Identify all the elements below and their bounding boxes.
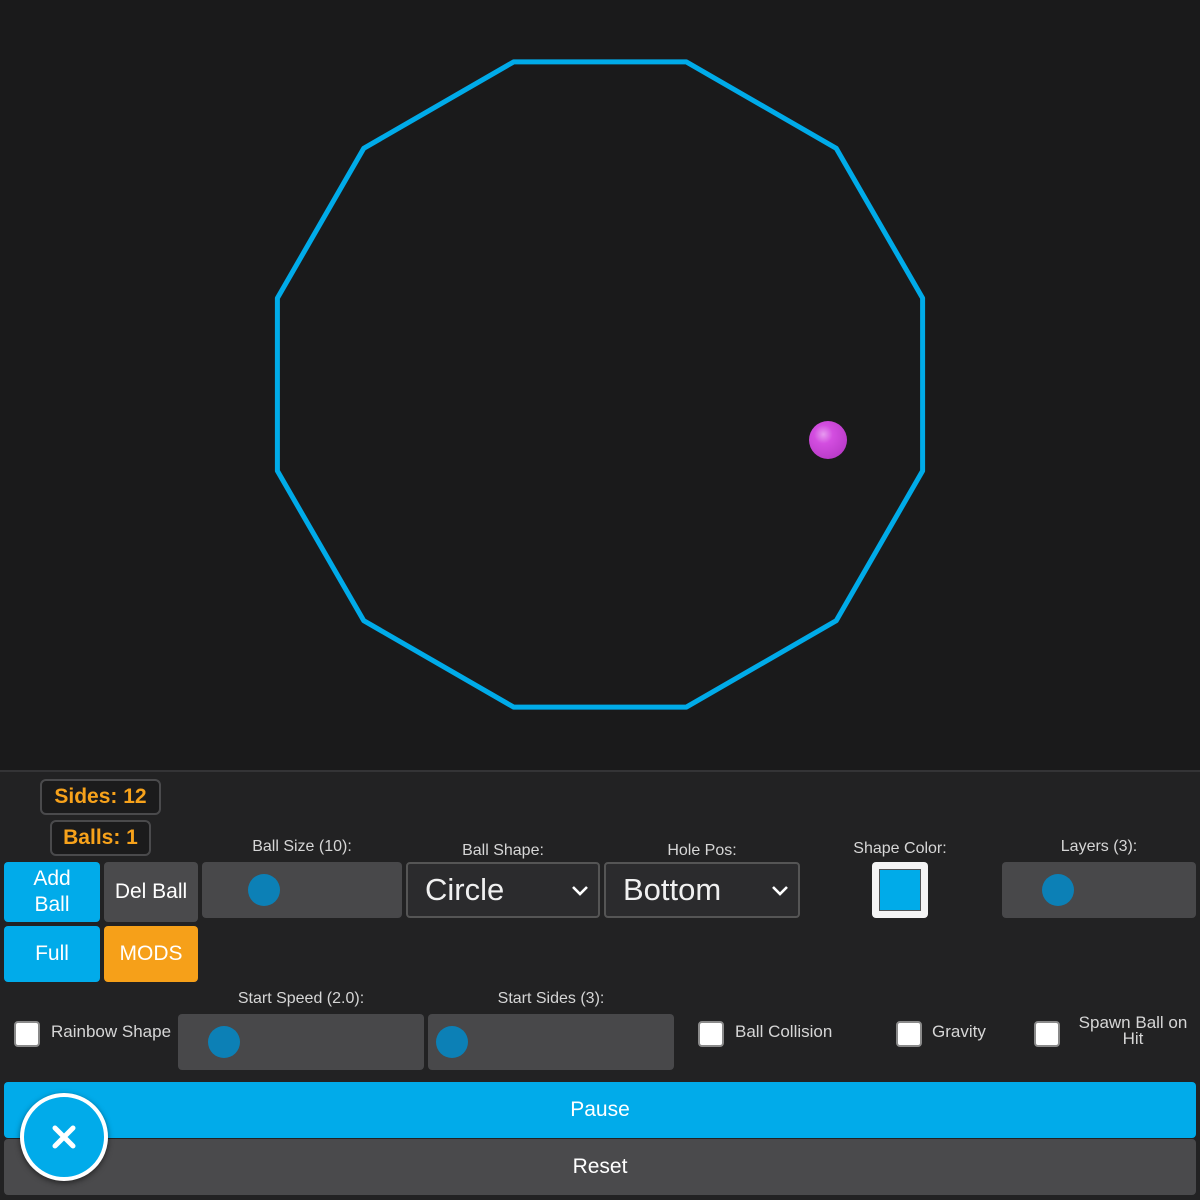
- chevron-down-icon: [772, 886, 788, 896]
- start-sides-label: Start Sides (3):: [497, 990, 605, 1007]
- start-speed-slider[interactable]: [178, 1014, 424, 1070]
- reset-button[interactable]: Reset: [4, 1139, 1196, 1195]
- ball-size-slider-thumb[interactable]: [248, 874, 280, 906]
- pause-button[interactable]: Pause: [4, 1082, 1196, 1138]
- hole-pos-value: Bottom: [623, 872, 722, 907]
- ball-shape-label: Ball Shape:: [462, 842, 544, 859]
- hole-pos-label: Hole Pos:: [667, 842, 737, 859]
- start-sides-slider-thumb[interactable]: [436, 1026, 468, 1058]
- ball-size-label: Ball Size (10):: [252, 838, 352, 855]
- start-speed-slider-thumb[interactable]: [208, 1026, 240, 1058]
- rainbow-shape-checkbox[interactable]: [14, 1021, 40, 1047]
- layers-slider-thumb[interactable]: [1042, 874, 1074, 906]
- layers-label: Layers (3):: [1060, 838, 1138, 855]
- rainbow-shape-label: Rainbow Shape: [51, 1022, 172, 1041]
- ball-collision-checkbox[interactable]: [698, 1021, 724, 1047]
- ball-shape-value: Circle: [425, 872, 505, 907]
- full-button[interactable]: Full: [4, 926, 100, 982]
- layers-slider[interactable]: [1002, 862, 1196, 918]
- mods-button[interactable]: MODS: [104, 926, 198, 982]
- balls-counter: Balls: 1: [50, 820, 151, 856]
- gravity-label: Gravity: [932, 1022, 986, 1041]
- polygon-shape: [274, 59, 926, 710]
- del-ball-button[interactable]: Del Ball: [104, 862, 198, 922]
- gravity-checkbox[interactable]: [896, 1021, 922, 1047]
- add-ball-button[interactable]: Add Ball: [4, 862, 100, 922]
- shape-color-label: Shape Color:: [853, 840, 947, 857]
- sides-counter: Sides: 12: [40, 779, 161, 815]
- close-icon: [52, 1125, 76, 1149]
- hole-pos-select[interactable]: Bottom: [604, 862, 800, 918]
- ball-collision-label: Ball Collision: [735, 1022, 833, 1041]
- spawn-ball-on-hit-label: Spawn Ball on Hit: [1078, 1013, 1188, 1048]
- chevron-down-icon: [572, 886, 588, 896]
- start-sides-slider[interactable]: [428, 1014, 674, 1070]
- simulation-canvas[interactable]: [0, 0, 1200, 770]
- shape-color-swatch: [879, 869, 921, 911]
- close-button[interactable]: [20, 1093, 108, 1181]
- start-speed-label: Start Speed (2.0):: [237, 990, 365, 1007]
- simulation-svg: [274, 59, 926, 710]
- ball-size-slider[interactable]: [202, 862, 402, 918]
- shape-color-picker[interactable]: [872, 862, 928, 918]
- ball: [809, 421, 847, 459]
- spawn-ball-on-hit-checkbox[interactable]: [1034, 1021, 1060, 1047]
- ball-shape-select[interactable]: Circle: [406, 862, 600, 918]
